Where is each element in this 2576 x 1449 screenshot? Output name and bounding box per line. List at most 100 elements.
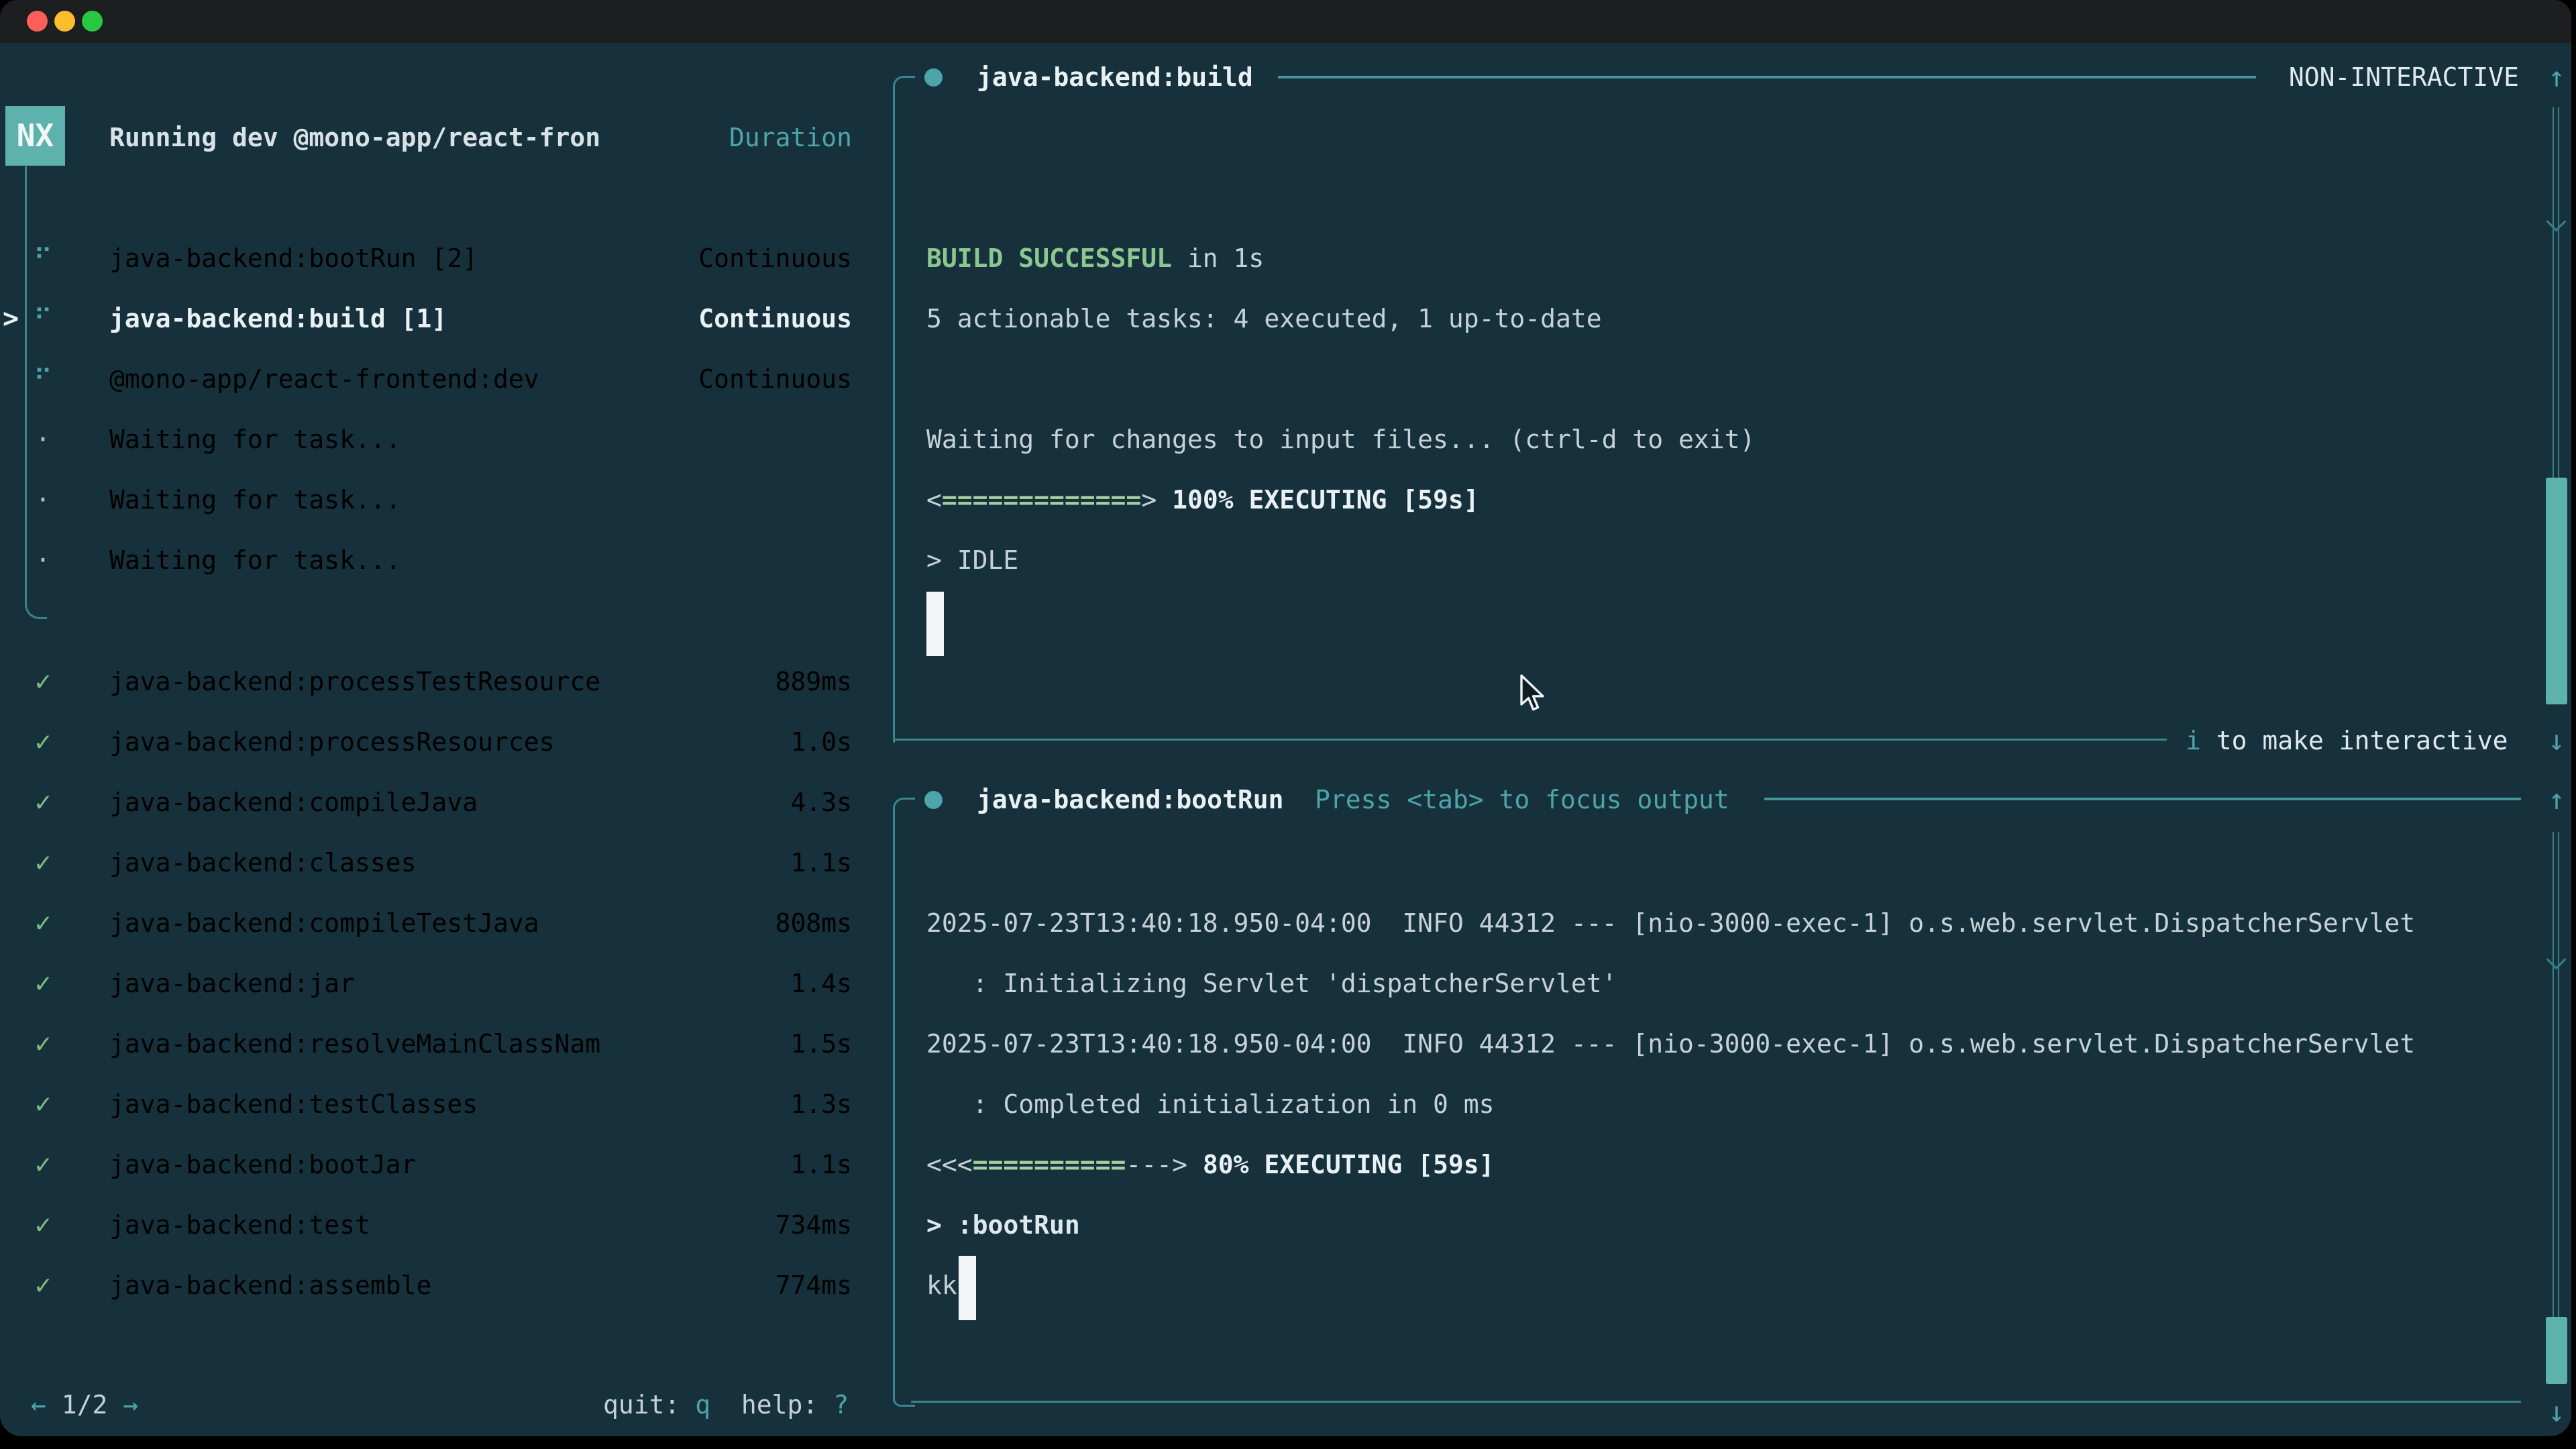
zoom-window-button[interactable] <box>82 11 103 32</box>
page-prev-arrow[interactable]: ← <box>31 1390 46 1419</box>
log-line: : Completed initialization in 0 ms <box>926 1074 1494 1134</box>
build-idle-line: > IDLE <box>926 530 1018 590</box>
scroll-up-icon[interactable]: ↑ <box>2540 769 2571 830</box>
bootrun-panel-bullet-icon <box>924 791 943 809</box>
scroll-chevron-down-icon <box>2546 950 2567 970</box>
task-duration: 734ms <box>775 1195 852 1255</box>
pagination: ← 1/2 → <box>31 1375 138 1435</box>
progress-label: 80% EXECUTING [59s] <box>1203 1150 1495 1179</box>
task-name: java-backend:processTestResource <box>109 651 600 712</box>
check-icon: ✓ <box>27 893 59 953</box>
stdin-input-text[interactable]: kk <box>926 1255 957 1316</box>
task-name: java-backend:processResources <box>109 712 554 772</box>
scrollbar-thumb[interactable] <box>2546 478 2567 704</box>
task-name: java-backend:bootJar <box>109 1134 417 1195</box>
task-row-done[interactable]: ✓ java-backend:bootJar 1.1s <box>0 1134 872 1195</box>
check-icon: ✓ <box>27 651 59 712</box>
page-next-arrow[interactable]: → <box>123 1390 138 1419</box>
scroll-down-icon[interactable]: ↓ <box>2540 1382 2571 1436</box>
bootrun-task-line: > :bootRun <box>926 1195 1080 1255</box>
task-row-done[interactable]: ✓ java-backend:compileJava 4.3s <box>0 772 872 833</box>
check-icon: ✓ <box>27 712 59 772</box>
bootrun-panel-border <box>893 798 915 1407</box>
log-line: 2025-07-23T13:40:18.950-04:00 INFO 44312… <box>926 1014 2415 1074</box>
task-row-selected[interactable]: ⠋ java-backend:build [1] Continuous <box>0 288 872 349</box>
check-icon: ✓ <box>27 1074 59 1134</box>
waiting-dot-icon: · <box>27 470 59 530</box>
task-row[interactable]: ⠋ java-backend:bootRun [2] Continuous <box>0 228 872 288</box>
task-name: java-backend:compileJava <box>109 772 478 833</box>
task-duration: 1.1s <box>790 1134 852 1195</box>
task-duration: 1.1s <box>790 833 852 893</box>
duration-column-header: Duration <box>729 107 852 168</box>
scrollbar-track[interactable] <box>2553 107 2559 478</box>
task-name: Waiting for task... <box>109 530 401 590</box>
progress-close: > <box>1141 485 1172 515</box>
mouse-pointer-icon <box>1517 674 1548 714</box>
task-row-waiting: · Waiting for task... <box>0 409 872 470</box>
scrollbar-track[interactable] <box>2553 832 2559 1317</box>
run-command-title: Running dev @mono-app/react-fron <box>109 107 600 168</box>
task-row-done[interactable]: ✓ java-backend:test 734ms <box>0 1195 872 1255</box>
scroll-up-icon[interactable]: ↑ <box>2540 47 2571 107</box>
scroll-down-icon[interactable]: ↓ <box>2540 710 2571 771</box>
task-row-done[interactable]: ✓ java-backend:compileTestJava 808ms <box>0 893 872 953</box>
task-name: java-backend:test <box>109 1195 370 1255</box>
progress-bar-fill: ============= <box>942 485 1141 515</box>
scrollbar-thumb[interactable] <box>2546 1317 2567 1384</box>
task-row-done[interactable]: ✓ java-backend:processTestResource 889ms <box>0 651 872 712</box>
check-icon: ✓ <box>27 1014 59 1074</box>
minimize-window-button[interactable] <box>54 11 75 32</box>
build-panel-bottom-rule <box>893 739 2167 741</box>
spinner-icon: ⠋ <box>27 228 59 288</box>
spinner-icon: ⠋ <box>27 349 59 409</box>
build-success-line: BUILD SUCCESSFUL in 1s <box>926 228 1264 288</box>
task-name: Waiting for task... <box>109 470 401 530</box>
task-row-done[interactable]: ✓ java-backend:jar 1.4s <box>0 953 872 1014</box>
task-row-done[interactable]: ✓ java-backend:resolveMainClassNam 1.5s <box>0 1014 872 1074</box>
build-success-time: in 1s <box>1172 244 1264 273</box>
task-row-done[interactable]: ✓ java-backend:assemble 774ms <box>0 1255 872 1316</box>
task-status: Continuous <box>698 349 852 409</box>
check-icon: ✓ <box>27 1255 59 1316</box>
progress-label: 100% EXECUTING [59s] <box>1172 485 1479 515</box>
log-line: 2025-07-23T13:40:18.950-04:00 INFO 44312… <box>926 893 2415 953</box>
bootrun-header-rule <box>1764 798 2521 800</box>
sidebar-header: Running dev @mono-app/react-fron Duratio… <box>0 107 872 168</box>
task-row[interactable]: ⠋ @mono-app/react-frontend:dev Continuou… <box>0 349 872 409</box>
task-name: java-backend:resolveMainClassNam <box>109 1014 600 1074</box>
interactive-hint-key: i <box>2186 726 2201 755</box>
build-panel-bullet-icon <box>924 68 943 87</box>
close-window-button[interactable] <box>27 11 48 32</box>
task-name: Waiting for task... <box>109 409 401 470</box>
task-row-done[interactable]: ✓ java-backend:processResources 1.0s <box>0 712 872 772</box>
scroll-chevron-down-icon <box>2546 212 2567 232</box>
task-row-done[interactable]: ✓ java-backend:testClasses 1.3s <box>0 1074 872 1134</box>
page-indicator: 1/2 <box>46 1390 123 1419</box>
task-row-done[interactable]: ✓ java-backend:classes 1.1s <box>0 833 872 893</box>
progress-tail: --- <box>1126 1150 1172 1179</box>
task-name: java-backend:testClasses <box>109 1074 478 1134</box>
task-name: java-backend:jar <box>109 953 355 1014</box>
keyboard-hints: quit: q help: ? <box>603 1375 849 1435</box>
task-duration: 4.3s <box>790 772 852 833</box>
build-progress-line: <=============> 100% EXECUTING [59s] <box>926 470 1479 530</box>
window-titlebar[interactable] <box>0 0 2571 43</box>
spinner-icon: ⠋ <box>27 288 59 349</box>
task-duration: 1.3s <box>790 1074 852 1134</box>
check-icon: ✓ <box>27 772 59 833</box>
task-status: Continuous <box>698 228 852 288</box>
task-row-waiting: · Waiting for task... <box>0 530 872 590</box>
bootrun-panel-title: java-backend:bootRun <box>977 769 1284 830</box>
non-interactive-badge: NON-INTERACTIVE <box>2288 47 2519 107</box>
progress-bar-fill: ========== <box>973 1150 1126 1179</box>
task-name: java-backend:build [1] <box>109 288 447 349</box>
quit-key: q <box>695 1390 710 1419</box>
progress-open: <<< <box>926 1150 973 1179</box>
check-icon: ✓ <box>27 1195 59 1255</box>
task-name: java-backend:compileTestJava <box>109 893 539 953</box>
task-row-waiting: · Waiting for task... <box>0 470 872 530</box>
build-tasks-line: 5 actionable tasks: 4 executed, 1 up-to-… <box>926 288 1602 349</box>
check-icon: ✓ <box>27 833 59 893</box>
task-name: java-backend:classes <box>109 833 417 893</box>
